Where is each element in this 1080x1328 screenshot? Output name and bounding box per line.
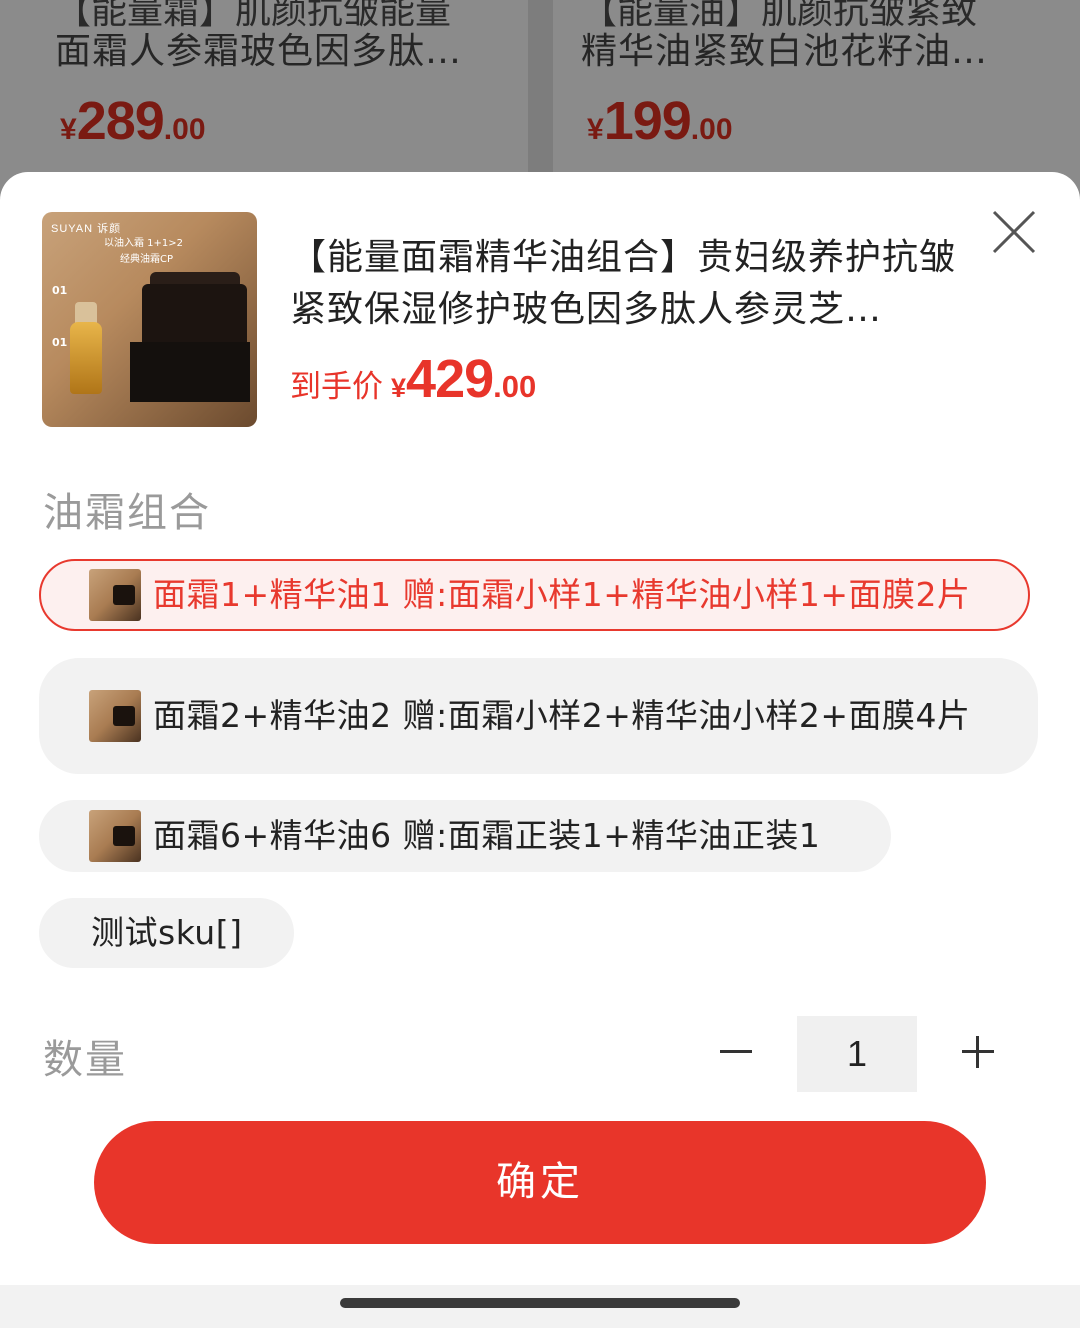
spec-option-1[interactable]: 面霜1+精华油1 赠:面霜小样1+精华油小样1+面膜2片 [39,559,1030,631]
quantity-value[interactable]: 1 [797,1016,917,1092]
price-decimal: .00 [690,113,733,146]
price-currency: ¥ [391,373,407,403]
serum-bottle [70,322,102,394]
spec-option-label: 面霜1+精华油1 赠:面霜小样1+精华油小样1+面膜2片 [153,575,971,614]
home-indicator[interactable] [340,1298,740,1308]
spec-option-label: 面霜6+精华油6 赠:面霜正装1+精华油正装1 [153,816,821,855]
sku-selection-sheet: SUYAN 诉颜 以油入霜 1+1>2 经典油霜CP 01 01 【能量面霜精华… [0,172,1080,1328]
plus-icon[interactable] [952,1024,1002,1076]
close-icon [992,210,1036,254]
product-title: 【能量面霜精华油组合】贵妇级养护抗皱紧致保湿修护玻色因多肽人参灵芝… [290,237,957,330]
price-integer: 199 [603,91,692,151]
product-image-tagline: 经典油霜CP [120,254,174,265]
product-price: ¥289.00 [60,90,206,152]
product-image-tagline: 以油入霜 1+1>2 [104,238,184,249]
product-price: ¥199.00 [587,90,733,152]
price-integer: 429 [406,349,494,409]
product-image: SUYAN 诉颜 以油入霜 1+1>2 经典油霜CP 01 01 [42,212,257,427]
product-title: 精华油紧致白池花籽油… [581,31,989,72]
product-title: 面霜人参霜玻色因多肽… [55,31,463,72]
background-product-card[interactable]: 【能量油】肌颜抗皱紧致 精华油紧致白池花籽油… ¥199.00 [553,0,1080,200]
spec-option-thumbnail [89,810,141,862]
spec-option-label: 测试sku[] [91,913,243,952]
product-image-number: 01 [52,336,68,349]
close-button[interactable] [988,206,1040,258]
spec-option-thumbnail [89,690,141,742]
background-product-grid: 【能量霜】肌颜抗皱能量 面霜人参霜玻色因多肽… ¥289.00 【能量油】肌颜抗… [0,0,1080,200]
quantity-label: 数量 [43,1037,127,1083]
spec-option-label: 面霜2+精华油2 赠:面霜小样2+精华油小样2+面膜4片 [153,696,971,735]
price-integer: 289 [76,91,165,151]
background-product-card[interactable]: 【能量霜】肌颜抗皱能量 面霜人参霜玻色因多肽… ¥289.00 [0,0,528,200]
confirm-button[interactable]: 确定 [94,1121,986,1244]
price-decimal: .00 [493,369,537,404]
product-price: 到手价 ¥429.00 [290,348,536,410]
spec-option-3[interactable]: 面霜6+精华油6 赠:面霜正装1+精华油正装1 [39,800,891,872]
price-label: 到手价 [290,369,383,405]
spec-option-2[interactable]: 面霜2+精华油2 赠:面霜小样2+精华油小样2+面膜4片 [39,658,1038,774]
spec-group-label: 油霜组合 [43,490,211,536]
product-image-number: 01 [52,284,68,297]
spec-option-4[interactable]: 测试sku[] [39,898,294,968]
spec-option-thumbnail [89,569,141,621]
price-decimal: .00 [163,113,206,146]
product-box [130,342,250,402]
price-currency: ¥ [587,113,604,146]
minus-icon[interactable] [712,1024,762,1076]
price-currency: ¥ [60,113,77,146]
